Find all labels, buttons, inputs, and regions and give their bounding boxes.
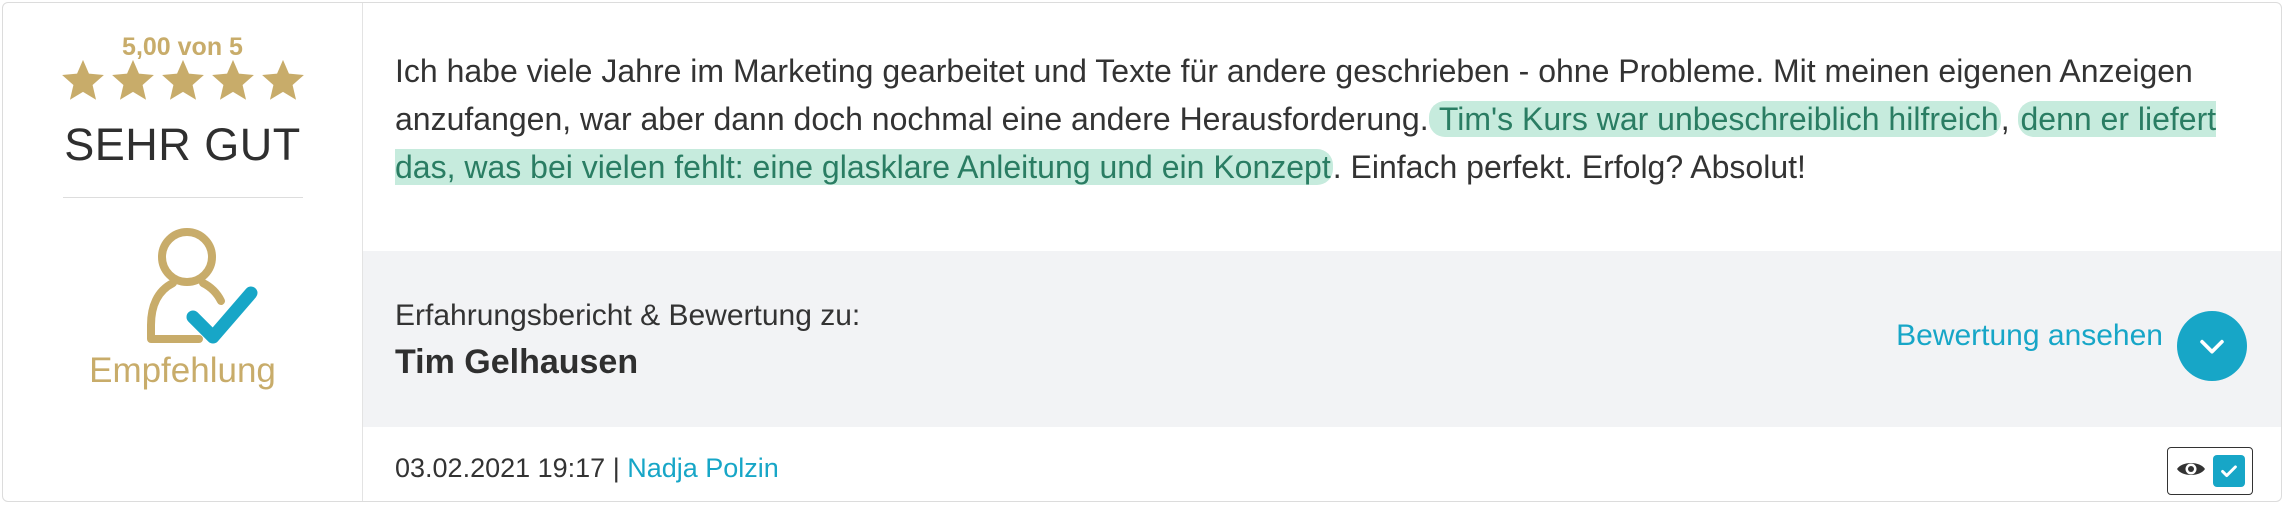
review-meta: 03.02.2021 19:17 | Nadja Polzin — [395, 453, 779, 484]
checkmark-icon — [2212, 455, 2245, 487]
star-rating — [3, 57, 362, 103]
rating-label: SEHR GUT — [64, 119, 301, 170]
star-icon — [161, 59, 204, 100]
review-card: 5,00 von 5 SEHR GUT Empfehlung Ich habe … — [2, 2, 2282, 502]
meta-separator: | — [605, 453, 628, 483]
review-text-part: , — [2000, 101, 2019, 137]
recommendation-label: Empfehlung — [89, 351, 276, 390]
author-link[interactable]: Nadja Polzin — [627, 453, 779, 483]
eye-icon — [2176, 458, 2206, 485]
view-review-link[interactable]: Bewertung ansehen — [1896, 319, 2163, 353]
expand-review-button[interactable] — [2177, 311, 2247, 381]
review-text-part: . Einfach perfekt. Erfolg? Absolut! — [1332, 149, 1806, 185]
star-icon — [261, 59, 304, 100]
verification-status — [2167, 447, 2253, 495]
review-text: Ich habe viele Jahre im Marketing gearbe… — [395, 47, 2245, 191]
review-highlight: Tim's Kurs war unbeschreiblich hilfreich — [1428, 101, 2001, 137]
star-icon — [61, 59, 104, 100]
review-datetime: 03.02.2021 19:17 — [395, 453, 606, 483]
review-subject-label: Erfahrungsbericht & Bewertung zu: — [395, 299, 861, 332]
star-icon — [111, 59, 154, 100]
rating-panel: 5,00 von 5 SEHR GUT Empfehlung — [3, 3, 363, 501]
user-check-icon — [147, 228, 258, 344]
review-subject-name: Tim Gelhausen — [395, 343, 639, 381]
star-icon — [211, 59, 254, 100]
review-subject-panel: Erfahrungsbericht & Bewertung zu: Tim Ge… — [363, 251, 2281, 427]
divider — [63, 197, 303, 198]
chevron-down-icon — [2200, 339, 2224, 354]
